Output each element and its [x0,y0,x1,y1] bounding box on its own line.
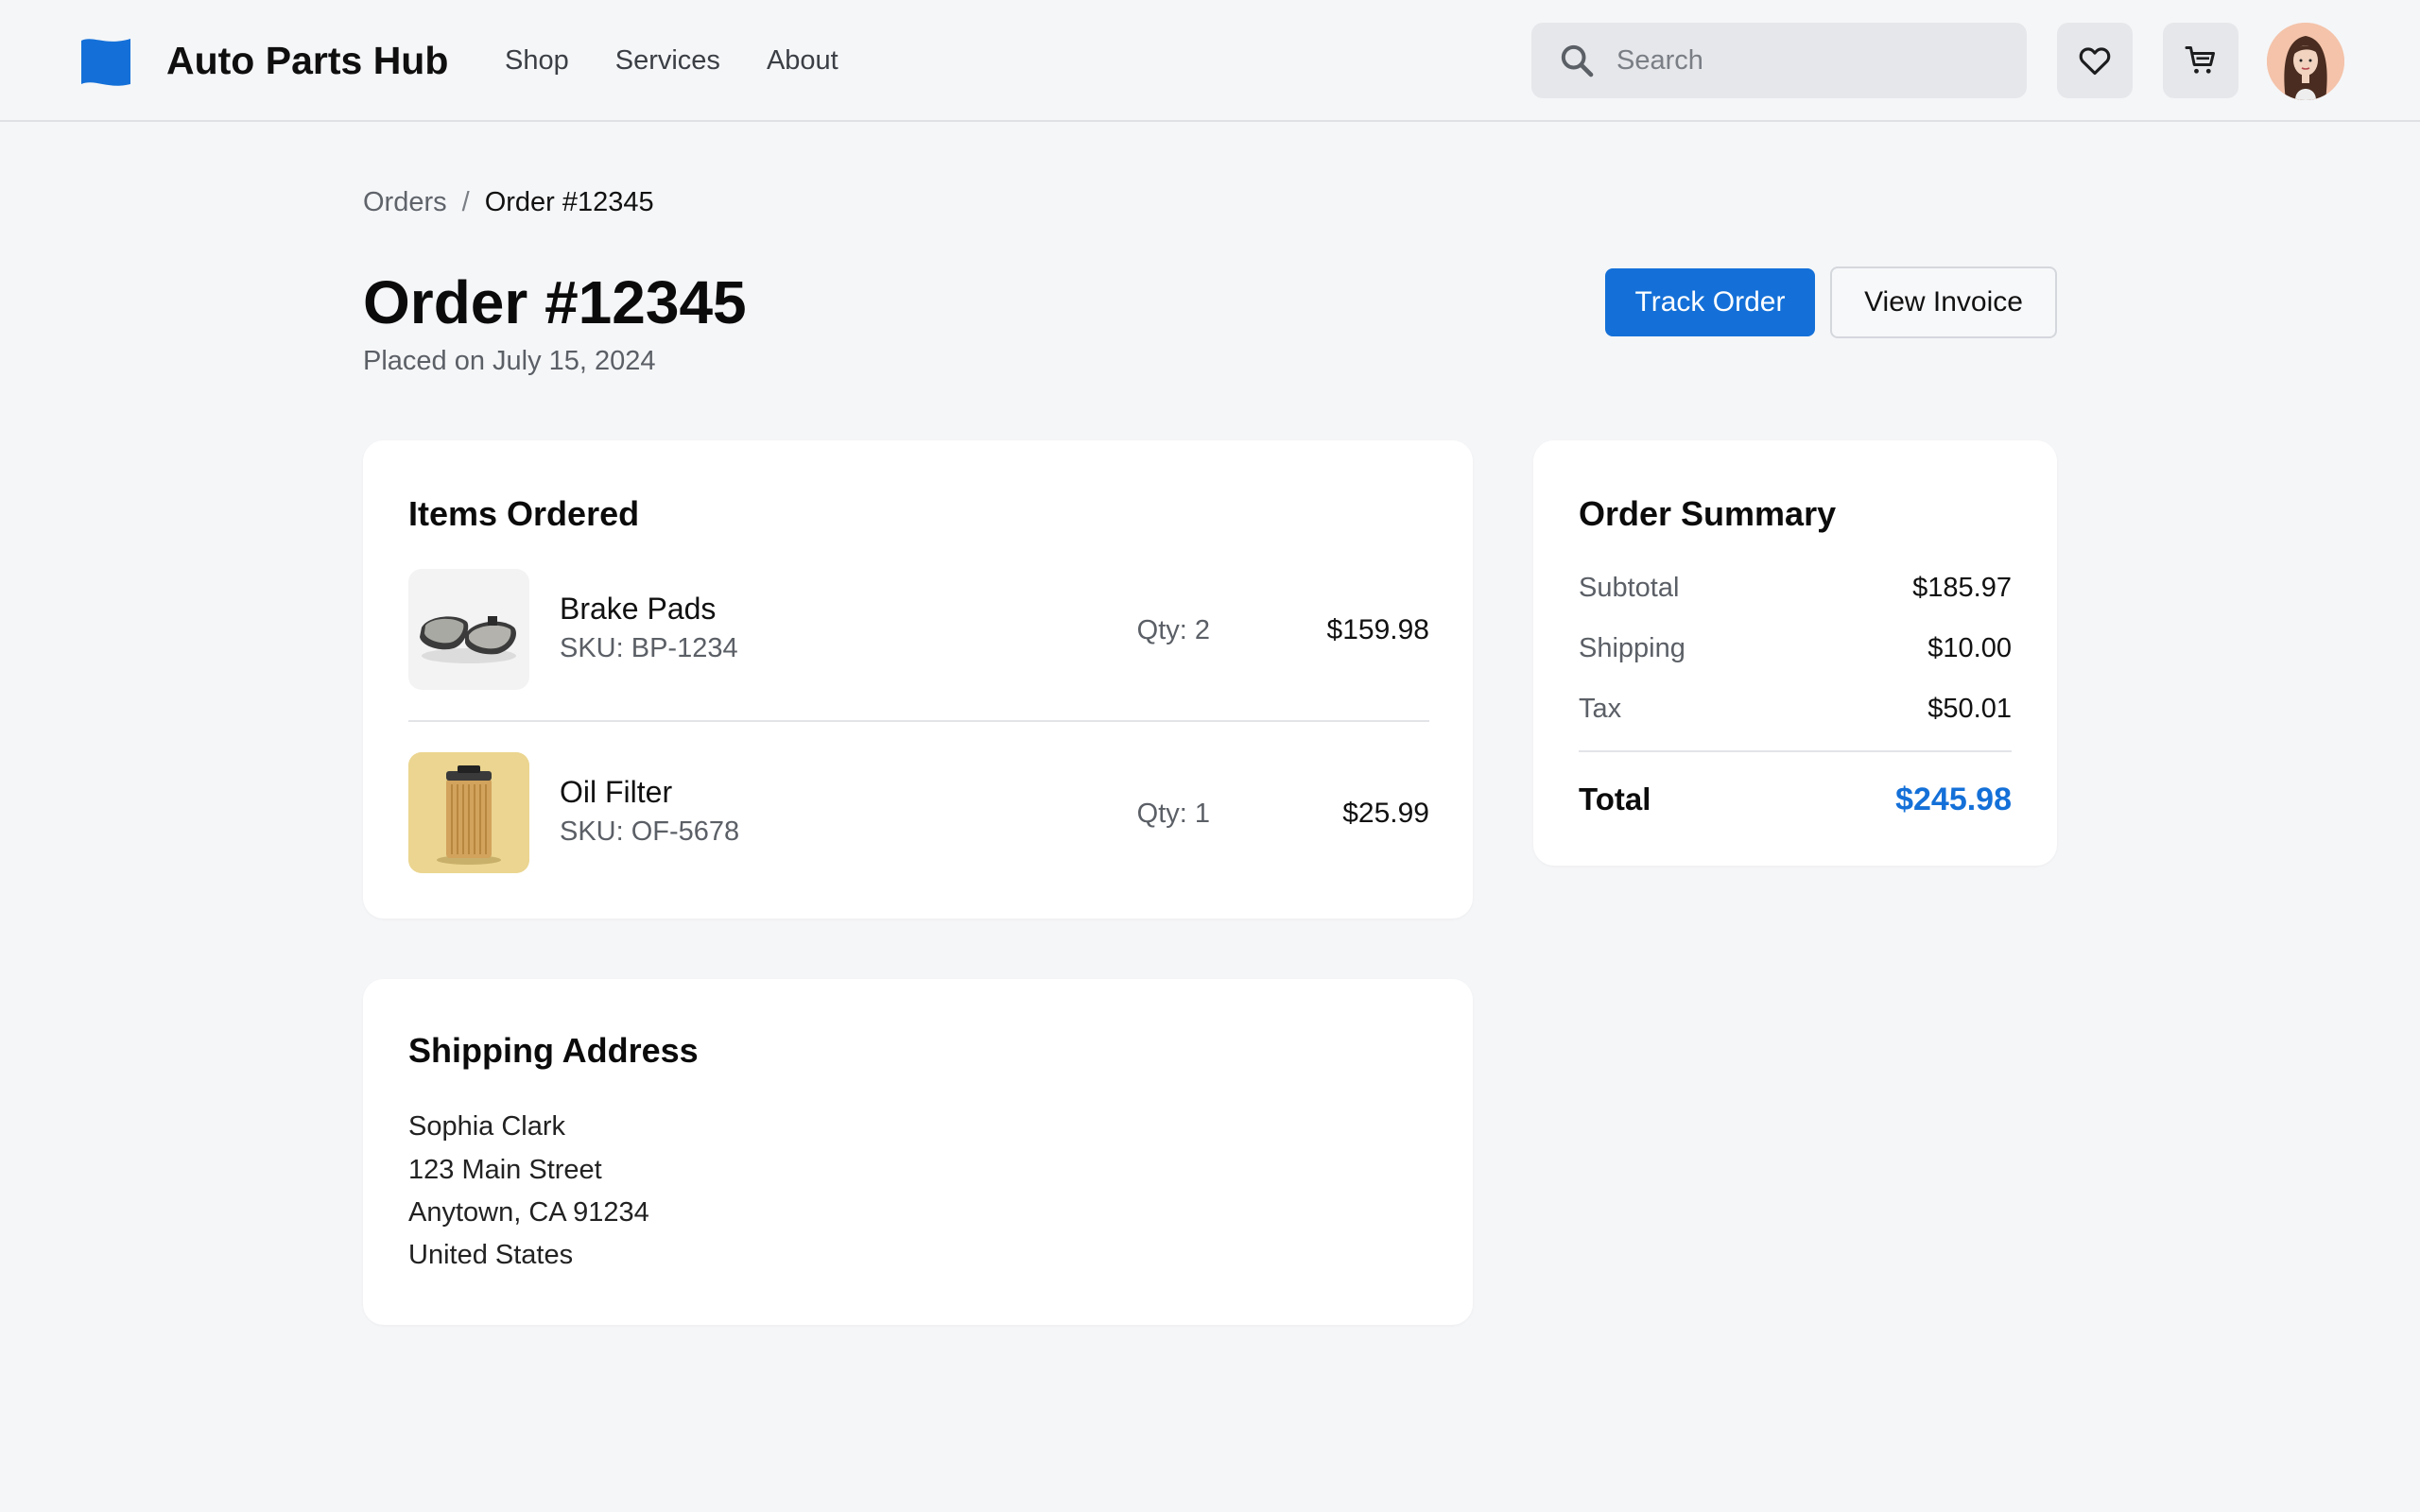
view-invoice-button[interactable]: View Invoice [1830,266,2057,338]
heart-icon [2079,47,2111,76]
shipping-row: Shipping $10.00 [1579,629,2012,667]
order-summary-title: Order Summary [1579,494,1837,533]
subtotal-label: Subtotal [1579,573,1680,603]
summary-divider [1579,750,2012,752]
item-quantity: Qty: 2 [1136,615,1210,645]
breadcrumb: Orders / Order #12345 [363,185,654,219]
tax-row: Tax $50.01 [1579,690,2012,728]
breadcrumb-separator: / [461,187,470,217]
item-price: $25.99 [1342,798,1429,829]
shipping-address-card: Shipping Address Sophia Clark 123 Main S… [363,979,1473,1325]
item-sku: SKU: BP-1234 [560,633,738,663]
tax-label: Tax [1579,694,1622,724]
item-name: Oil Filter [560,775,673,809]
search-input[interactable] [1615,43,1993,77]
subtotal-row: Subtotal $185.97 [1579,569,2012,607]
list-item[interactable]: Oil Filter SKU: OF-5678 Qty: 1 $25.99 [408,752,1429,875]
address-country: United States [408,1240,574,1270]
order-date: Placed on July 15, 2024 [363,346,656,376]
brand-name[interactable]: Auto Parts Hub [166,34,448,87]
items-ordered-title: Items Ordered [408,494,640,533]
item-quantity: Qty: 1 [1136,799,1210,829]
breadcrumb-current: Order #12345 [484,187,654,217]
subtotal-value: $185.97 [1912,573,2012,603]
shipping-value: $10.00 [1927,633,2012,663]
user-avatar[interactable] [2267,23,2344,100]
tax-value: $50.01 [1927,694,2012,724]
wishlist-button[interactable] [2057,23,2133,98]
cart-icon [2185,46,2215,74]
shipping-label: Shipping [1579,633,1685,663]
items-ordered-card: Items Ordered Brake Pads SKU: BP-1234 Qt… [363,440,1473,919]
total-value: $245.98 [1895,782,2012,817]
main-nav: Shop Services About [505,34,885,87]
address-name: Sophia Clark [408,1111,566,1142]
nav-about[interactable]: About [767,34,838,87]
list-item[interactable]: Brake Pads SKU: BP-1234 Qty: 2 $159.98 [408,569,1429,692]
address-street: 123 Main Street [408,1155,602,1185]
order-summary-card: Order Summary Subtotal $185.97 Shipping … [1533,440,2057,866]
top-navigation-bar: Auto Parts Hub Shop Services About [0,0,2420,122]
search-bar[interactable] [1531,23,2027,98]
page-title: Order #12345 [363,268,747,336]
address-city: Anytown, CA 91234 [408,1197,649,1228]
oil-filter-image [408,752,529,873]
flag-logo-icon[interactable] [79,37,132,88]
nav-services[interactable]: Services [615,34,720,87]
search-icon [1556,40,1598,81]
nav-shop[interactable]: Shop [505,34,569,87]
shipping-address-title: Shipping Address [408,1031,699,1070]
total-row: Total $245.98 [1579,777,2012,822]
item-sku: SKU: OF-5678 [560,816,740,847]
item-divider [408,720,1429,722]
track-order-button[interactable]: Track Order [1605,268,1815,336]
cart-button[interactable] [2163,23,2238,98]
breadcrumb-orders-link[interactable]: Orders [363,185,447,219]
item-name: Brake Pads [560,592,717,626]
brake-pads-image [408,569,529,690]
item-price: $159.98 [1326,614,1429,645]
total-label: Total [1579,782,1651,816]
